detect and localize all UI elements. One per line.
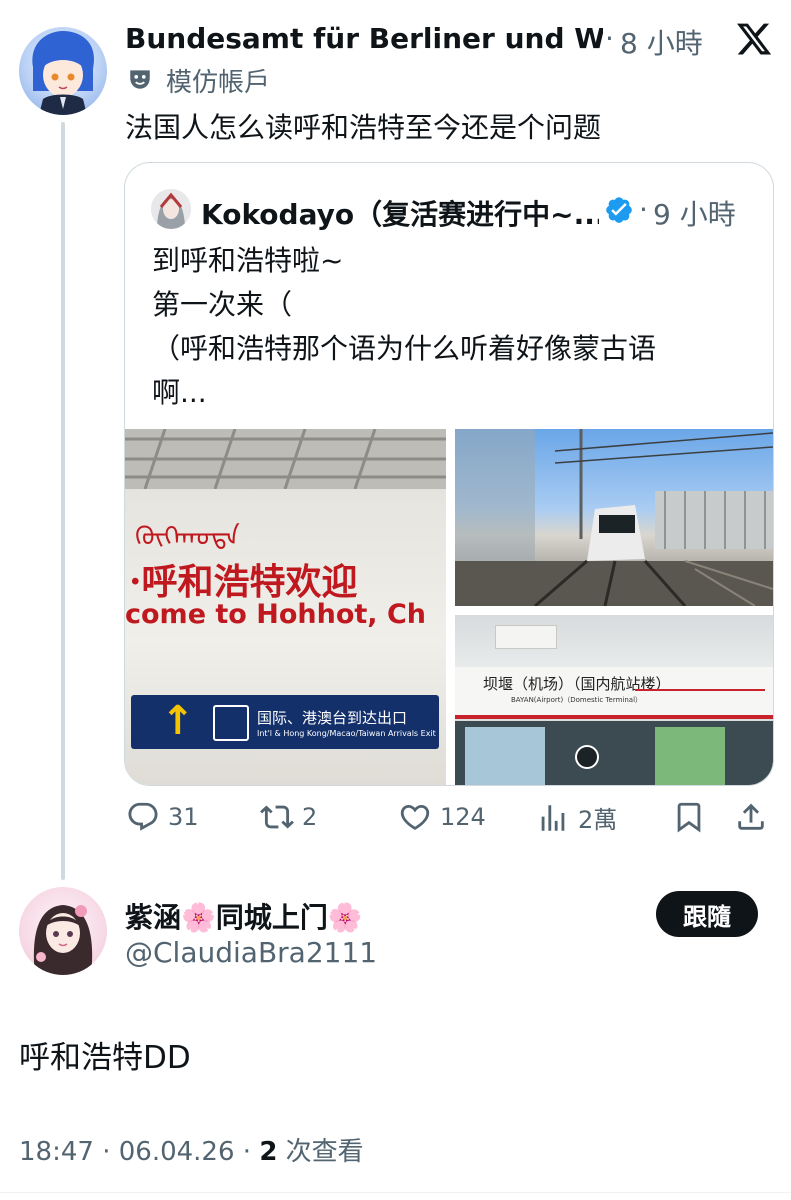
repost-icon [260,805,294,829]
bookmark-icon [677,802,701,833]
meta-dot: · [242,1137,252,1167]
parody-mask-icon [127,66,153,92]
author-name[interactable]: Bundesamt für Berliner und Wei... [125,22,603,55]
thread-line [61,122,65,880]
reply-author-name[interactable]: 紫涵🌸同城上门🌸 [125,896,363,936]
sign-chinese-text: ·呼和浩特欢迎 [129,561,358,603]
reply-author-handle[interactable]: @ClaudiaBra2111 [125,936,377,969]
train-platform-photo[interactable] [455,429,773,606]
like-count: 124 [440,803,486,831]
verified-badge-icon [604,195,634,225]
quote-card[interactable]: Kokodayo（复活赛进行中~... · 9 小時 到呼和浩特啦~ 第一次来（… [124,162,774,786]
dot-separator: · [605,22,614,55]
station-name-board: 坝堰（机场）（国内航站楼） BAYAN(Airport)（Domestic Te… [455,667,773,719]
views-count: 2萬 [578,806,618,834]
reply-icon [128,802,158,831]
heart-icon [400,804,430,830]
embed-text: 到呼和浩特啦~ 第一次来（ （呼和浩特那个语为什么听着好像蒙古语 啊... [152,239,752,415]
account-label: 模仿帳戶 [166,68,271,98]
airport-sign-photo[interactable]: ᠬᠥᠬᠡᠬᠣᠲᠠ ·呼和浩特欢迎 come to Hohhot, Ch ↑ 国际… [125,429,446,785]
meta-dot: · [102,1137,111,1167]
bottom-divider [0,1192,791,1193]
bookmark-action[interactable] [672,800,706,834]
view-count: 2 [259,1137,278,1167]
station-name-english: BAYAN(Airport)（Domestic Terminal） [511,696,643,704]
view-label: 次查看 [285,1137,364,1167]
route-map-line [635,689,765,691]
embed-text-line: （呼和浩特那个语为什么听着好像蒙古语 [152,332,657,365]
reply-text: 呼和浩特DD [19,1040,191,1076]
platform-doors [455,721,773,785]
ceiling-light [495,625,557,649]
repost-action[interactable]: 2 [260,800,317,834]
share-action[interactable] [734,800,768,834]
post-text: 法国人怎么读呼和浩特至今还是个问题 [125,111,602,144]
reply-action[interactable]: 31 [126,800,199,834]
exit-door-icon [213,705,249,741]
views-chart-icon [541,804,565,831]
follow-button[interactable]: 跟隨 [656,891,758,937]
post-meta: 18:47 · 06.04.26 · 2 次查看 [19,1131,364,1168]
x-logo-icon[interactable] [735,20,773,58]
post-date[interactable]: 06.04.26 [119,1137,235,1167]
embed-text-line: 到呼和浩特啦~ [152,244,344,277]
embed-text-line: 第一次来（ [152,288,293,321]
exit-sign-chinese: 国际、港澳台到达出口 [257,709,408,727]
station-sign-photo[interactable]: 坝堰（机场）（国内航站楼） BAYAN(Airport)（Domestic Te… [455,615,773,785]
embed-text-line: 啊... [152,376,207,409]
share-icon [738,803,764,830]
embed-dot-separator: · [639,193,648,226]
embed-author-avatar [151,189,191,229]
exit-sign-english: Int'l & Hong Kong/Macao/Taiwan Arrivals … [257,729,436,738]
sign-mongolian-text: ᠬᠥᠬᠡᠬᠣᠲᠠ [135,522,240,552]
post-timestamp[interactable]: 18:47 [19,1137,94,1167]
reply-count: 31 [168,803,199,831]
up-arrow-icon: ↑ [161,698,195,744]
views-action[interactable]: 2萬 [536,800,617,835]
arrivals-exit-sign: ↑ 国际、港澳台到达出口 Int'l & Hong Kong/Macao/Tai… [131,695,439,749]
embed-author-name[interactable]: Kokodayo（复活赛进行中~... [201,193,599,233]
like-action[interactable]: 124 [398,800,486,834]
reply-author-avatar[interactable] [19,887,107,975]
embed-post-time[interactable]: 9 小時 [653,193,736,233]
repost-count: 2 [302,803,318,831]
sign-english-text: come to Hohhot, Ch [125,599,426,630]
author-avatar[interactable] [19,27,107,115]
post-time[interactable]: 8 小時 [620,22,703,62]
